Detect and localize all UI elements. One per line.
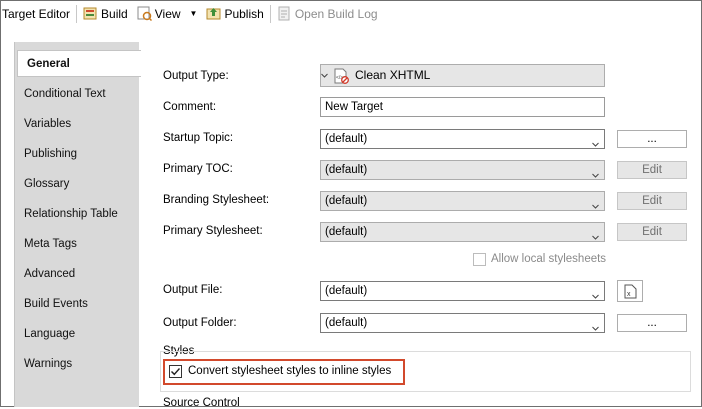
sidebar: General Conditional Text Variables Publi… [14,42,141,407]
build-log-icon [277,6,292,21]
chevron-down-icon [592,320,599,331]
chevron-down-icon [592,229,599,240]
output-type-label: Output Type: [163,70,229,82]
chevron-down-icon [321,68,328,82]
output-folder-browse-button[interactable]: ... [617,314,687,332]
sidebar-item-conditional-text[interactable]: Conditional Text [15,81,140,107]
primary-toc-value: (default) [325,164,368,176]
primary-toc-edit-button[interactable]: Edit [617,161,687,179]
branding-stylesheet-select[interactable]: (default) [320,191,605,211]
primary-stylesheet-edit-button[interactable]: Edit [617,223,687,241]
sidebar-item-advanced[interactable]: Advanced [15,261,140,287]
primary-stylesheet-label: Primary Stylesheet: [163,225,263,237]
startup-topic-value: (default) [325,133,368,145]
sidebar-item-publishing[interactable]: Publishing [15,141,140,167]
toolbar-divider [76,4,78,23]
branding-stylesheet-label: Branding Stylesheet: [163,194,270,206]
sidebar-item-warnings[interactable]: Warnings [15,351,140,377]
sidebar-item-language[interactable]: Language [15,321,140,347]
sidebar-item-relationship-table[interactable]: Relationship Table [15,201,140,227]
toolbar-divider [269,4,271,23]
chevron-down-icon [592,198,599,209]
source-control-heading: Source Control [163,397,240,409]
publish-label: Publish [224,6,264,21]
output-folder-label: Output Folder: [163,317,237,329]
primary-toc-label: Primary TOC: [163,163,233,175]
sidebar-item-variables[interactable]: Variables [15,111,140,137]
open-build-log-label: Open Build Log [294,6,378,21]
output-type-value: Clean XHTML [355,68,431,82]
startup-topic-label: Startup Topic: [163,132,234,144]
build-label: Build [101,6,128,21]
output-file-select[interactable]: (default) [320,281,605,301]
comment-label: Comment: [163,101,217,113]
startup-topic-browse-button[interactable]: ... [617,130,687,148]
output-file-value: (default) [325,285,368,297]
view-dropdown-caret-icon[interactable]: ▼ [190,9,198,18]
open-build-log-button[interactable]: Open Build Log [277,6,378,21]
primary-stylesheet-value: (default) [325,226,368,238]
primary-stylesheet-select[interactable]: (default) [320,222,605,242]
sidebar-item-general[interactable]: General [17,50,141,77]
output-type-select[interactable]: </> Clean XHTML [320,64,605,87]
output-folder-select[interactable]: (default) [320,313,605,333]
chevron-down-icon [592,136,599,147]
checkmark-icon [171,368,181,376]
editor-title: Target Editor [2,6,71,21]
sidebar-item-glossary[interactable]: Glossary [15,171,140,197]
view-icon [137,6,152,22]
sidebar-item-build-events[interactable]: Build Events [15,291,140,317]
allow-local-stylesheets-label: Allow local stylesheets [491,253,607,265]
publish-icon [206,6,221,21]
convert-inline-styles-label: Convert stylesheet styles to inline styl… [188,365,392,377]
chevron-down-icon [592,288,599,299]
clean-xhtml-icon: </> [333,68,349,84]
chevron-down-icon [592,167,599,178]
branding-stylesheet-edit-button[interactable]: Edit [617,192,687,210]
publish-button[interactable]: Publish [206,6,264,21]
toolbar: Target Editor Build View ▼ Publish Open … [0,0,700,27]
allow-local-stylesheets-checkbox[interactable] [473,253,486,266]
output-folder-value: (default) [325,317,368,329]
output-file-label: Output File: [163,284,223,296]
output-file-browse-button[interactable]: x [617,280,643,302]
excel-file-icon: x [624,284,637,304]
view-button[interactable]: View ▼ [137,6,198,22]
primary-toc-select[interactable]: (default) [320,160,605,180]
comment-input[interactable]: New Target [320,97,605,117]
startup-topic-select[interactable]: (default) [320,129,605,149]
view-label: View [154,6,181,21]
sidebar-item-meta-tags[interactable]: Meta Tags [15,231,140,257]
svg-text:x: x [627,291,631,298]
branding-stylesheet-value: (default) [325,195,368,207]
convert-inline-styles-checkbox[interactable] [169,365,182,378]
build-icon [83,6,98,21]
build-button[interactable]: Build [83,6,128,21]
